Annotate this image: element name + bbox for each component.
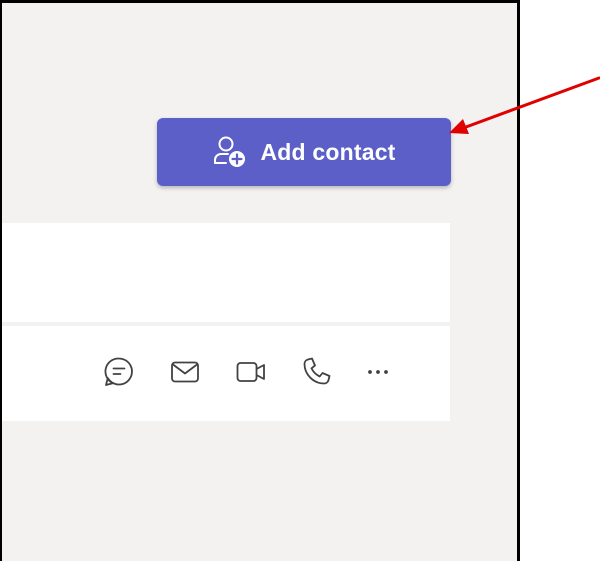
video-call-button[interactable] — [231, 352, 271, 392]
more-options-button[interactable] — [358, 352, 398, 392]
mail-icon — [168, 355, 202, 389]
more-icon — [361, 355, 395, 389]
video-icon — [234, 355, 268, 389]
teams-contact-panel: Add contact — [0, 0, 520, 561]
add-contact-label: Add contact — [260, 138, 396, 165]
chat-button[interactable] — [99, 352, 139, 392]
add-contact-button[interactable]: Add contact — [157, 118, 451, 186]
email-button[interactable] — [165, 352, 205, 392]
contact-card-header — [2, 223, 450, 321]
person-add-icon — [212, 135, 248, 169]
contact-card — [2, 223, 450, 421]
chat-icon — [102, 355, 136, 389]
audio-call-button[interactable] — [296, 352, 336, 392]
contact-actions-bar — [2, 326, 450, 421]
phone-icon — [299, 355, 333, 389]
screenshot-canvas: Add contact — [0, 0, 600, 561]
